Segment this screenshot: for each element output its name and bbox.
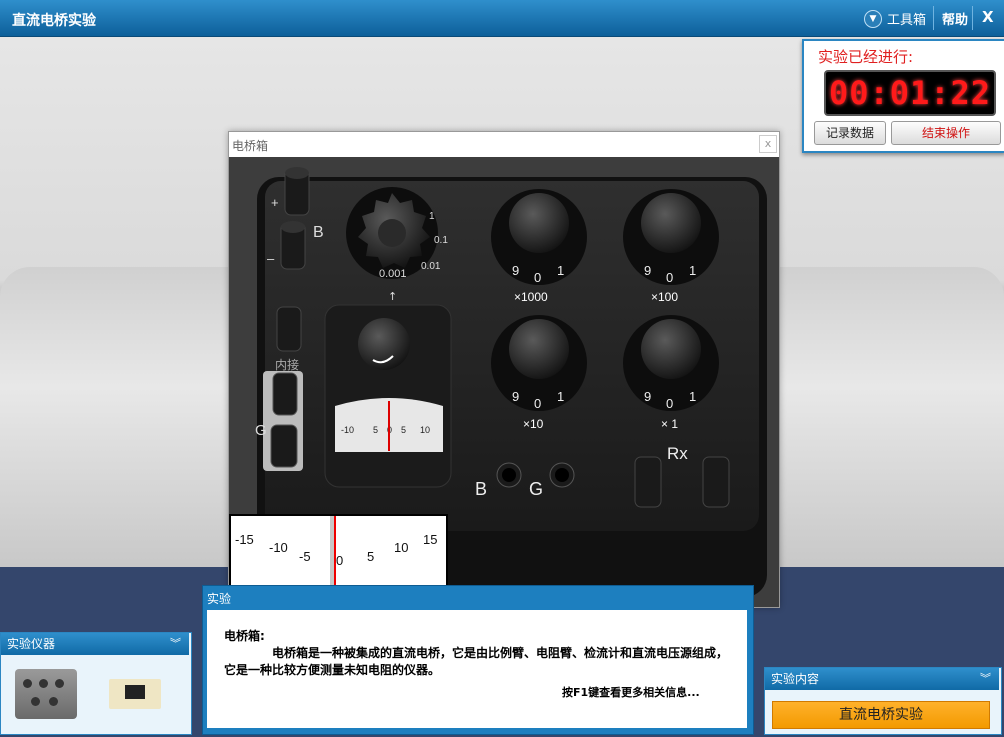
ratio-label-0.001: 0.001: [379, 268, 407, 280]
dial-digit: 0: [666, 270, 673, 285]
terminal-g-label: G: [255, 422, 267, 439]
zoom-label: 5: [367, 549, 374, 564]
toolbox-label: 工具箱: [887, 13, 927, 28]
title-bar: 直流电桥实验 ▼ 工具箱 帮助 X: [0, 0, 1004, 37]
collapse-icon[interactable]: ︾: [170, 633, 181, 655]
galvo-tick-label: -10: [341, 425, 354, 435]
instruments-panel-header: 实验仪器 ︾: [1, 633, 189, 655]
dial-digit: 9: [644, 263, 651, 278]
info-panel: 实验 电桥箱: 电桥箱是一种被集成的直流电桥，它是由比例臂、电阻臂、检流计和直流…: [202, 585, 754, 735]
terminal-b-label: B: [313, 224, 324, 241]
dialog-title: 电桥箱: [232, 139, 269, 153]
multiplier-x1000: ×1000: [514, 290, 548, 304]
experiment-item-button[interactable]: 直流电桥实验: [772, 701, 990, 729]
g-push-button[interactable]: [549, 462, 575, 488]
zoom-label: 15: [423, 532, 437, 547]
info-text: 电桥箱是一种被集成的直流电桥，它是由比例臂、电阻臂、检流计和直流电压源组成，它是…: [224, 646, 729, 677]
dial-digit: 0: [534, 270, 541, 285]
terminal-plus-label: +: [271, 195, 279, 210]
dial-digit: 1: [557, 389, 564, 404]
dial-digit: 9: [512, 389, 519, 404]
terminal-g-lower[interactable]: [270, 424, 298, 468]
terminal-plus[interactable]: [284, 167, 310, 216]
zoom-label: -15: [235, 532, 254, 547]
dialog-close-button[interactable]: x: [759, 135, 777, 153]
close-button[interactable]: X: [982, 8, 994, 26]
info-heading: 电桥箱:: [224, 629, 265, 643]
instrument-bridge-box[interactable]: [15, 669, 77, 719]
instruments-panel-title: 实验仪器: [7, 637, 56, 651]
timer-label: 实验已经进行:: [818, 48, 914, 66]
galvo-tick-label: 5: [373, 425, 378, 435]
bridge-box-dialog: 电桥箱 x + – B 内接 G 0.001 0.01 0.1 1 ↑ 9 0 …: [228, 131, 780, 608]
experiment-content-title: 实验内容: [771, 672, 820, 686]
ratio-label-0.1: 0.1: [434, 235, 448, 246]
b-button-label: B: [475, 479, 487, 499]
instrument-resistor[interactable]: [109, 679, 161, 709]
inner-connector-label: 内接: [275, 357, 299, 372]
dial-digit: 1: [689, 263, 696, 278]
timer-panel: 实验已经进行: 00:01:22 记录数据 结束操作: [802, 39, 1004, 153]
toolbox-button[interactable]: ▼ 工具箱: [864, 9, 926, 28]
info-hint: 按F1键查看更多相关信息...: [562, 686, 700, 699]
dial-digit: 1: [557, 263, 564, 278]
dial-digit: 9: [512, 263, 519, 278]
dial-digit: 0: [534, 396, 541, 411]
inner-connector[interactable]: [276, 306, 302, 352]
experiment-content-header: 实验内容 ︾: [765, 668, 999, 690]
ratio-label-0.01: 0.01: [421, 261, 441, 272]
terminal-g-upper[interactable]: [272, 372, 298, 416]
dial-digit: 9: [644, 389, 651, 404]
elapsed-time-display: 00:01:22: [824, 70, 996, 116]
terminal-minus[interactable]: [280, 221, 306, 270]
multiplier-x100: ×100: [651, 290, 678, 304]
chevron-down-icon: ▼: [864, 9, 882, 28]
multiplier-x10: ×10: [523, 417, 544, 431]
info-panel-body: 电桥箱: 电桥箱是一种被集成的直流电桥，它是由比例臂、电阻臂、检流计和直流电压源…: [207, 610, 747, 728]
bridge-box-device: + – B 内接 G 0.001 0.01 0.1 1 ↑ 9 0 1 9 0 …: [229, 157, 779, 607]
zero-adjust-knob[interactable]: [358, 318, 410, 370]
experiment-content-panel: 实验内容 ︾ 直流电桥实验: [764, 667, 1002, 735]
terminal-minus-label: –: [267, 251, 275, 266]
rx-terminal-right[interactable]: [702, 456, 730, 508]
zoom-label: 10: [394, 540, 408, 555]
rx-label: Rx: [667, 444, 688, 463]
end-operation-button[interactable]: 结束操作: [891, 121, 1001, 145]
g-button-label: G: [529, 479, 543, 499]
instruments-panel: 实验仪器 ︾: [0, 632, 192, 735]
galvo-tick-label: 5: [401, 425, 406, 435]
info-panel-tab[interactable]: 实验: [207, 590, 231, 607]
zoom-label: -5: [299, 549, 311, 564]
collapse-icon[interactable]: ︾: [980, 668, 991, 690]
dial-digit: 1: [689, 389, 696, 404]
zoom-label: 0: [336, 553, 343, 568]
b-push-button[interactable]: [496, 462, 522, 488]
app-title: 直流电桥实验: [12, 13, 96, 29]
multiplier-x1: × 1: [661, 417, 678, 431]
ratio-arrow-icon: ↑: [388, 290, 397, 303]
galvo-tick-label: 10: [420, 425, 430, 435]
help-button[interactable]: 帮助: [942, 9, 968, 28]
record-data-button[interactable]: 记录数据: [814, 121, 886, 145]
divider: [933, 6, 934, 30]
ratio-label-1: 1: [429, 211, 435, 222]
dial-digit: 0: [666, 396, 673, 411]
rx-terminal-left[interactable]: [634, 456, 662, 508]
divider: [972, 6, 973, 30]
zoom-label: -10: [269, 540, 288, 555]
